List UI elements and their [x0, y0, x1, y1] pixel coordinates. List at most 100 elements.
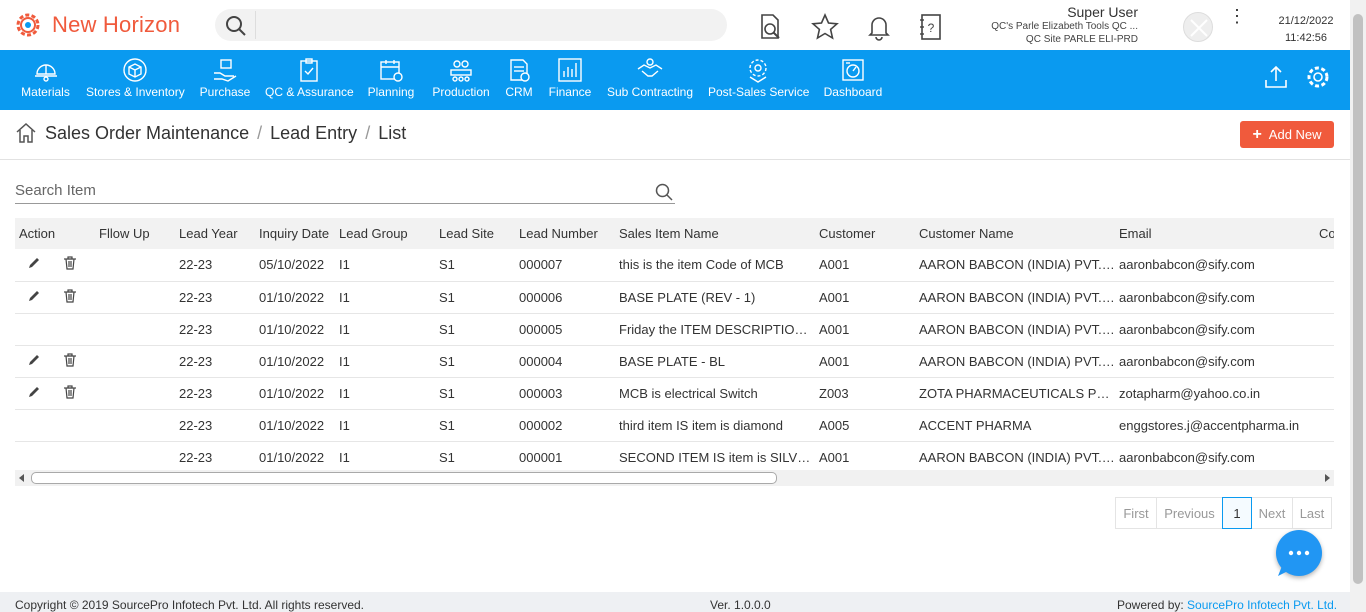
powered-by: Powered by: SourcePro Infotech Pvt. Ltd. [1117, 598, 1337, 612]
cell-co [1315, 441, 1334, 470]
more-menu-icon[interactable]: ⋮ [1228, 7, 1246, 25]
cell-lead-site: S1 [435, 409, 515, 442]
avatar[interactable] [1183, 12, 1213, 42]
cell-sales-item: MCB is electrical Switch [615, 377, 815, 410]
cell-co [1315, 313, 1334, 346]
nav-materials[interactable]: Materials [18, 56, 73, 99]
page-next-button[interactable]: Next [1251, 497, 1293, 529]
col-lead-site[interactable]: Lead Site [435, 218, 515, 249]
company-name: QC's Parle Elizabeth Tools QC ... [991, 21, 1138, 32]
version-text: Ver. 1.0.0.0 [710, 598, 771, 612]
help-book-icon[interactable]: ? [918, 13, 944, 41]
col-email[interactable]: Email [1115, 218, 1315, 249]
clipboard-check-icon [300, 58, 318, 82]
cell-lead-number: 000007 [515, 249, 615, 282]
scrollbar-thumb[interactable] [31, 472, 777, 484]
star-icon[interactable] [811, 13, 839, 41]
lead-table: Action Fllow Up Lead Year Inquiry Date L… [15, 218, 1334, 470]
hand-cart-icon [214, 59, 237, 82]
breadcrumb-separator: / [365, 122, 371, 143]
col-co[interactable]: Co [1315, 218, 1334, 249]
nav-purchase[interactable]: Purchase [198, 56, 252, 99]
user-name: Super User [1067, 4, 1138, 20]
delete-icon[interactable] [63, 256, 77, 273]
nav-qc-assurance[interactable]: QC & Assurance [265, 56, 354, 99]
nav-stores-inventory[interactable]: Stores & Inventory [86, 56, 185, 99]
table-row[interactable]: 22-23 01/10/2022 I1 S1 000006 BASE PLATE (REV… [15, 281, 1334, 314]
cell-action [15, 249, 95, 282]
col-follow-up[interactable]: Fllow Up [95, 218, 175, 249]
edit-icon[interactable] [27, 256, 41, 273]
search-icon[interactable] [655, 183, 673, 201]
cell-lead-year: 22-23 [175, 345, 255, 378]
breadcrumb-sales-order[interactable]: Sales Order Maintenance [45, 123, 249, 144]
horizontal-scrollbar[interactable] [15, 470, 1334, 486]
scroll-right-icon[interactable] [1325, 474, 1330, 482]
vertical-scrollbar-thumb[interactable] [1353, 14, 1363, 584]
page-previous-button[interactable]: Previous [1156, 497, 1223, 529]
nav-dashboard[interactable]: Dashboard [822, 56, 884, 99]
edit-icon[interactable] [27, 385, 41, 402]
table-row[interactable]: 22-23 05/10/2022 I1 S1 000007 this is the ite… [15, 249, 1334, 282]
delete-icon[interactable] [63, 384, 77, 402]
home-icon[interactable] [15, 122, 37, 144]
table-row[interactable]: 22-23 01/10/2022 I1 S1 000001 SECOND ITEM IS … [15, 441, 1334, 470]
edit-icon[interactable] [27, 289, 41, 306]
app-logo[interactable]: New Horizon [12, 9, 180, 41]
user-info[interactable]: Super User QC's Parle Elizabeth Tools QC… [991, 4, 1138, 46]
table-row[interactable]: 22-23 01/10/2022 I1 S1 000005 Friday the ITEM… [15, 313, 1334, 346]
cell-lead-number: 000006 [515, 281, 615, 314]
search-item-field[interactable] [15, 179, 675, 204]
col-sales-item-name[interactable]: Sales Item Name [615, 218, 815, 249]
cell-follow-up [95, 377, 175, 410]
site-name: QC Site PARLE ELI-PRD [1025, 34, 1138, 45]
table-row[interactable]: 22-23 01/10/2022 I1 S1 000004 BASE PLATE - BL… [15, 345, 1334, 378]
nav-sub-contracting[interactable]: Sub Contracting [606, 56, 694, 99]
search-icon [226, 16, 246, 36]
powered-by-link[interactable]: SourcePro Infotech Pvt. Ltd. [1187, 598, 1337, 612]
cell-lead-year: 22-23 [175, 441, 255, 470]
cell-customer: A001 [815, 441, 915, 470]
cell-email: aaronbabcon@sify.com [1115, 249, 1315, 282]
nav-finance[interactable]: Finance [548, 56, 592, 99]
delete-icon[interactable] [63, 288, 77, 306]
bell-icon[interactable] [865, 13, 893, 41]
cell-inquiry-date: 01/10/2022 [255, 409, 335, 442]
nav-post-sales-service[interactable]: Post-Sales Service [708, 56, 809, 99]
cell-lead-site: S1 [435, 313, 515, 346]
page-current-button[interactable]: 1 [1222, 497, 1252, 529]
col-customer[interactable]: Customer [815, 218, 915, 249]
search-item-input[interactable] [15, 179, 615, 199]
delete-icon[interactable] [63, 352, 77, 370]
cell-lead-year: 22-23 [175, 409, 255, 442]
col-lead-number[interactable]: Lead Number [515, 218, 615, 249]
chat-button[interactable] [1276, 530, 1322, 576]
page-first-button[interactable]: First [1115, 497, 1157, 529]
scroll-left-icon[interactable] [19, 474, 24, 482]
cell-follow-up [95, 409, 175, 442]
settings-icon[interactable] [1305, 64, 1331, 90]
col-lead-year[interactable]: Lead Year [175, 218, 255, 249]
nav-crm[interactable]: CRM [504, 56, 534, 99]
upload-icon[interactable] [1263, 64, 1289, 90]
cell-inquiry-date: 05/10/2022 [255, 249, 335, 282]
nav-production[interactable]: Production [430, 56, 492, 99]
page-last-button[interactable]: Last [1292, 497, 1332, 529]
document-search-icon[interactable] [757, 13, 783, 41]
col-customer-name[interactable]: Customer Name [915, 218, 1115, 249]
table-row[interactable]: 22-23 01/10/2022 I1 S1 000003 MCB is electric… [15, 377, 1334, 410]
cell-customer-name: AARON BABCON (INDIA) PVT. LTD. [915, 313, 1115, 346]
add-new-button[interactable]: + Add New [1240, 121, 1334, 148]
breadcrumb-lead-entry[interactable]: Lead Entry [270, 123, 357, 144]
global-search[interactable] [215, 9, 727, 41]
nav-planning[interactable]: Planning [366, 56, 416, 99]
breadcrumb-list: List [378, 122, 407, 143]
col-inquiry-date[interactable]: Inquiry Date [255, 218, 335, 249]
cell-customer: A001 [815, 313, 915, 346]
cell-action [15, 313, 95, 346]
cell-customer-name: AARON BABCON (INDIA) PVT. LTD. [915, 249, 1115, 282]
col-lead-group[interactable]: Lead Group [335, 218, 435, 249]
edit-icon[interactable] [27, 353, 41, 370]
table-row[interactable]: 22-23 01/10/2022 I1 S1 000002 third item IS i… [15, 409, 1334, 442]
vertical-scrollbar[interactable] [1350, 0, 1366, 612]
